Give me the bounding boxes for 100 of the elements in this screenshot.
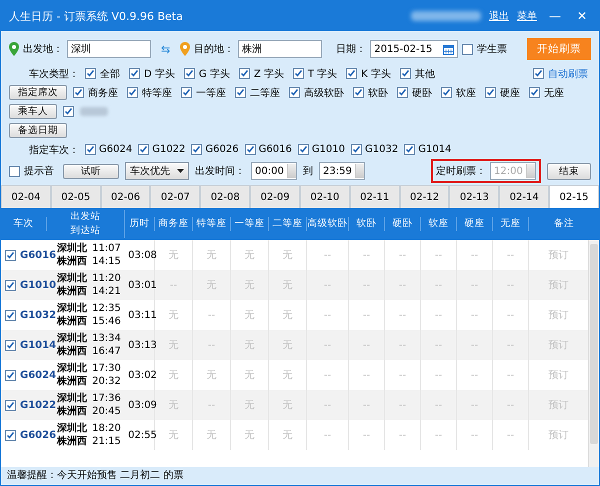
seat-button[interactable]: 指定席次 [9, 85, 67, 100]
checkbox[interactable] [85, 68, 96, 79]
title-link[interactable]: 菜单 [516, 9, 537, 23]
station-name: 株洲西 [57, 255, 88, 268]
table-cell: -- [421, 420, 457, 450]
input-field[interactable]: 株洲 [238, 40, 322, 58]
checkbox[interactable] [5, 400, 16, 410]
alt-date-button[interactable]: 备选日期 [9, 123, 67, 138]
table-cell: -- [307, 270, 349, 300]
checkbox[interactable] [289, 87, 300, 98]
time-field[interactable]: 23:59 [319, 162, 365, 180]
field-label: 定时刷票： [436, 164, 486, 178]
checkbox[interactable] [5, 430, 16, 440]
checkbox[interactable] [462, 44, 474, 54]
checkbox[interactable] [244, 144, 256, 155]
time-text: 17:36 [92, 392, 121, 405]
checkbox[interactable] [529, 87, 540, 98]
end-button[interactable]: 结束 [547, 162, 591, 180]
scrollbar-thumb[interactable] [590, 244, 598, 444]
column-header: 备注 [553, 217, 575, 231]
station-name: 株洲西 [57, 375, 88, 388]
checkbox[interactable] [351, 144, 362, 155]
column-header: 硬座 [457, 217, 493, 231]
checkbox-label: 软卧 [368, 86, 388, 100]
checkbox[interactable] [5, 370, 16, 380]
checkbox[interactable] [5, 250, 16, 260]
train-number[interactable]: G6016 [20, 250, 56, 260]
checkbox[interactable] [184, 68, 195, 79]
train-number[interactable]: G6024 [20, 370, 56, 380]
table-cell: -- [349, 270, 385, 300]
checkbox[interactable] [5, 280, 16, 290]
train-number[interactable]: G1014 [20, 340, 56, 350]
listen-button[interactable]: 试听 [63, 164, 119, 178]
date-tab[interactable]: 02-06 [100, 185, 150, 208]
checkbox[interactable] [397, 87, 408, 98]
field-label: 出发时间： [195, 164, 245, 178]
checkbox[interactable] [191, 144, 202, 155]
date-tab[interactable]: 02-07 [150, 185, 200, 208]
time-text: 17:30 [92, 362, 121, 375]
train-number[interactable]: G1022 [20, 400, 56, 410]
date-tab[interactable]: 02-12 [400, 185, 450, 208]
train-number[interactable]: G1032 [20, 310, 56, 320]
table-cell: 03:13 [131, 330, 155, 360]
window-control[interactable]: — [544, 9, 565, 23]
window-control[interactable]: ✕ [572, 9, 591, 23]
column-header: 二等座 [269, 217, 307, 231]
checkbox[interactable] [298, 144, 309, 155]
checkbox[interactable] [238, 68, 250, 79]
input-field[interactable]: 深圳 [67, 40, 151, 58]
checkbox[interactable] [353, 87, 364, 98]
checkbox[interactable] [181, 87, 192, 98]
checkbox[interactable] [138, 144, 150, 155]
checkbox[interactable] [63, 106, 74, 117]
title-link[interactable]: 退出 [488, 9, 509, 23]
date-field[interactable]: 2015-02-15 [370, 40, 458, 58]
checkbox-label: 全部 [100, 68, 120, 80]
checkbox[interactable] [73, 87, 84, 98]
checkbox[interactable] [441, 87, 452, 98]
checkbox[interactable] [400, 68, 411, 79]
checkbox-label: K 字头 [361, 68, 391, 80]
table-cell: -- [385, 420, 421, 450]
checkbox-label: 其他 [414, 68, 435, 80]
checkbox[interactable] [85, 144, 96, 155]
table-cell: -- [421, 390, 457, 420]
checkbox[interactable] [5, 310, 16, 320]
checkbox[interactable] [127, 87, 138, 98]
date-tab[interactable]: 02-14 [499, 185, 550, 208]
date-tab[interactable]: 02-09 [250, 185, 300, 208]
checkbox[interactable] [292, 68, 304, 79]
date-tab[interactable]: 02-13 [449, 185, 500, 208]
checkbox-label: G1022 [152, 144, 186, 155]
checkbox-label: 软座 [456, 86, 476, 100]
checkbox-label: 特等座 [142, 86, 172, 100]
time-field[interactable]: 00:00 [251, 162, 297, 180]
train-number[interactable]: G1010 [20, 280, 56, 290]
time-text: 20:32 [92, 375, 121, 388]
date-tab[interactable]: 02-05 [50, 185, 101, 208]
checkbox[interactable] [346, 68, 358, 79]
checkbox[interactable] [404, 144, 416, 155]
checkbox[interactable] [129, 68, 140, 79]
date-tab[interactable]: 02-04 [1, 185, 51, 208]
priority-dropdown[interactable]: 车次优先 [125, 162, 189, 180]
time-text: 16:47 [92, 345, 121, 358]
checkbox[interactable] [235, 87, 246, 98]
train-number[interactable]: G6026 [20, 430, 56, 440]
checkbox[interactable] [5, 340, 16, 350]
checkbox[interactable] [533, 68, 544, 79]
field-label: 车次类型： [29, 68, 79, 80]
checkbox[interactable] [9, 166, 20, 176]
checkbox[interactable] [485, 87, 496, 98]
blurred-passenger-name [80, 107, 108, 116]
passenger-button[interactable]: 乘车人 [9, 104, 57, 119]
station-name: 株洲西 [57, 345, 88, 358]
checkbox-label: 硬座 [500, 86, 520, 100]
date-tab[interactable]: 02-10 [300, 185, 350, 208]
date-tab[interactable]: 02-08 [200, 185, 250, 208]
date-tab[interactable]: 02-15 [549, 185, 599, 208]
station-name: 株洲西 [57, 315, 88, 328]
checkbox-label: G1010 [312, 144, 346, 155]
date-tab[interactable]: 02-11 [350, 185, 400, 208]
